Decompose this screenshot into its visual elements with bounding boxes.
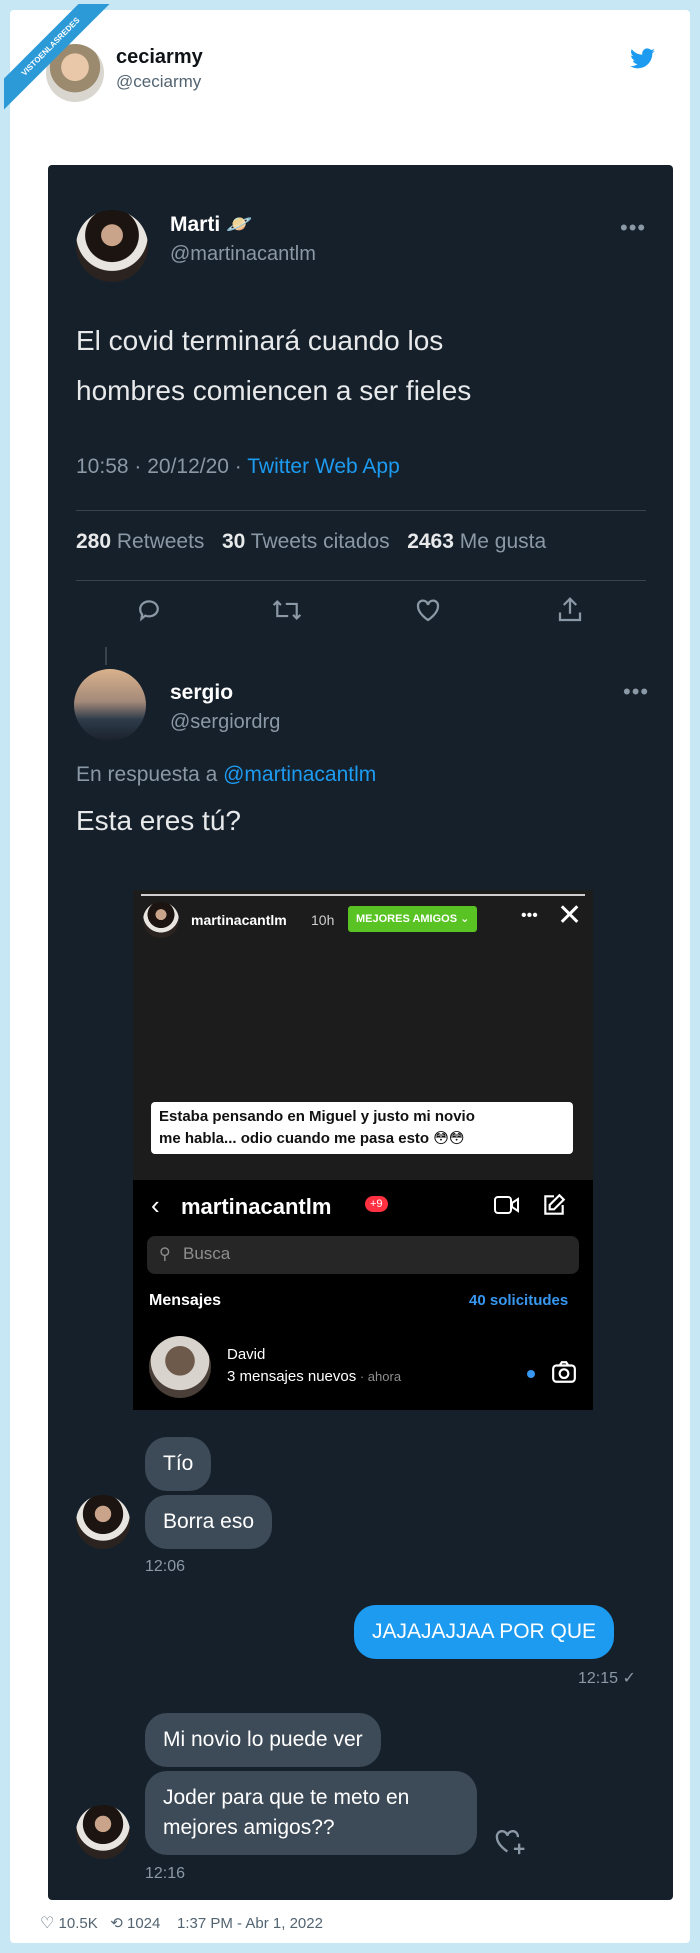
chat-timestamp: 12:16 — [145, 1865, 186, 1882]
story-username: martinacantlm — [191, 912, 287, 928]
tweet-timestamp: 10:58 · 20/12/20 · Twitter Web App — [76, 455, 400, 478]
tweet-author-handle[interactable]: @martinacantlm — [170, 243, 316, 266]
chat-bubble-received: Tío — [145, 1437, 212, 1491]
story-progress-bar — [141, 894, 585, 896]
dm-inbox: ‹ martinacantlm +9 ⚲ Busca Mensajes 40 s… — [133, 1180, 593, 1410]
search-icon: ⚲ — [159, 1246, 171, 1263]
caption-line: me habla... odio cuando me pasa esto 😳😳 — [159, 1130, 465, 1147]
contact-name: David — [227, 1346, 266, 1363]
twitter-bird-icon[interactable] — [630, 48, 656, 70]
avatar — [149, 1336, 211, 1398]
embedded-screenshot: Marti 🪐 @martinacantlm ••• El covid term… — [48, 165, 673, 1900]
tweet-card: VISTOENLASREDES ceciarmy @ceciarmy Marti… — [4, 4, 690, 1943]
messages-label: Mensajes — [149, 1292, 222, 1309]
reply-icon[interactable] — [134, 595, 164, 625]
tweet-stats: 280 Retweets 30 Tweets citados 2463 Me g… — [76, 530, 547, 553]
chat-timestamp: 12:06 — [145, 1558, 186, 1575]
avatar[interactable] — [74, 669, 146, 741]
message-line: mejores amigos?? — [163, 1816, 335, 1839]
chat-bubble-sent: JAJAJAJJAA POR QUE — [354, 1605, 615, 1659]
like-count: 10.5K — [58, 1915, 98, 1932]
tweet-author-name[interactable]: Marti 🪐 — [170, 213, 252, 237]
tweet-text-line: El covid terminará cuando los — [76, 325, 444, 356]
contact-status: 3 mensajes nuevos · ahora — [227, 1368, 402, 1385]
close-friends-badge: MEJORES AMIGOS ⌄ — [348, 906, 478, 932]
planet-emoji-icon: 🪐 — [226, 213, 253, 236]
add-reaction-icon[interactable] — [493, 1825, 527, 1857]
avatar — [143, 902, 179, 938]
unread-dot — [527, 1370, 535, 1378]
like-icon[interactable]: ♡ — [40, 1915, 54, 1932]
author-handle[interactable]: @ceciarmy — [116, 72, 201, 92]
chat-timestamp: 12:15 ✓ — [578, 1670, 636, 1687]
retweet-icon[interactable] — [270, 595, 304, 625]
caption-line: Estaba pensando en Miguel y justo mi nov… — [159, 1108, 475, 1125]
compose-icon — [544, 1193, 566, 1215]
chat-bubble-received: Mi novio lo puede ver — [145, 1713, 381, 1767]
share-icon[interactable] — [555, 595, 585, 625]
video-call-icon — [494, 1196, 519, 1214]
thread-line — [105, 647, 107, 665]
attached-image[interactable]: martinacantlm 10h MEJORES AMIGOS ⌄ ••• ✕… — [133, 890, 593, 1410]
tweet-text-line: hombres comiencen a ser fieles — [76, 375, 472, 406]
more-options-icon[interactable]: ••• — [620, 215, 646, 241]
search-placeholder: Busca — [183, 1244, 231, 1263]
avatar — [76, 1495, 130, 1549]
reply-author-name[interactable]: sergio — [170, 681, 233, 705]
story-time: 10h — [311, 912, 335, 928]
story-panel: martinacantlm 10h MEJORES AMIGOS ⌄ ••• ✕… — [133, 890, 593, 1180]
more-options-icon: ••• — [521, 907, 538, 924]
back-chevron-icon: ‹ — [151, 1190, 160, 1220]
like-icon[interactable] — [413, 595, 443, 625]
chat-bubble-received: Borra eso — [145, 1495, 273, 1549]
tweet-date[interactable]: 1:37 PM - Abr 1, 2022 — [177, 1915, 323, 1932]
story-caption: Estaba pensando en Miguel y justo mi nov… — [151, 1102, 573, 1154]
tweet-footer: ♡ 10.5K ⟲ 1024 1:37 PM - Abr 1, 2022 — [40, 1913, 323, 1933]
dm-title: martinacantlm — [181, 1194, 332, 1219]
tweet-source-link[interactable]: Twitter Web App — [247, 455, 400, 478]
requests-link: 40 solicitudes — [469, 1292, 569, 1309]
reply-author-handle[interactable]: @sergiordrg — [170, 711, 280, 734]
reply-to-link[interactable]: @martinacantlm — [223, 763, 376, 786]
watermark-ribbon: VISTOENLASREDES — [4, 4, 124, 124]
avatar[interactable] — [76, 210, 148, 282]
message-line: Joder para que te meto en — [163, 1786, 410, 1809]
more-options-icon[interactable]: ••• — [623, 679, 649, 705]
reply-context: En respuesta a @martinacantlm — [76, 763, 377, 786]
reply-text: Esta eres tú? — [76, 805, 241, 836]
camera-icon — [552, 1361, 576, 1383]
close-icon: ✕ — [557, 899, 583, 932]
retweet-count: 1024 — [126, 1915, 161, 1932]
divider — [76, 580, 646, 581]
chat-bubble-received: Joder para que te meto en mejores amigos… — [145, 1771, 477, 1855]
author-name[interactable]: ceciarmy — [116, 46, 203, 69]
divider — [76, 510, 646, 511]
avatar — [76, 1805, 130, 1859]
notification-badge: +9 — [365, 1196, 388, 1212]
retweet-icon[interactable]: ⟲ — [110, 1915, 123, 1932]
